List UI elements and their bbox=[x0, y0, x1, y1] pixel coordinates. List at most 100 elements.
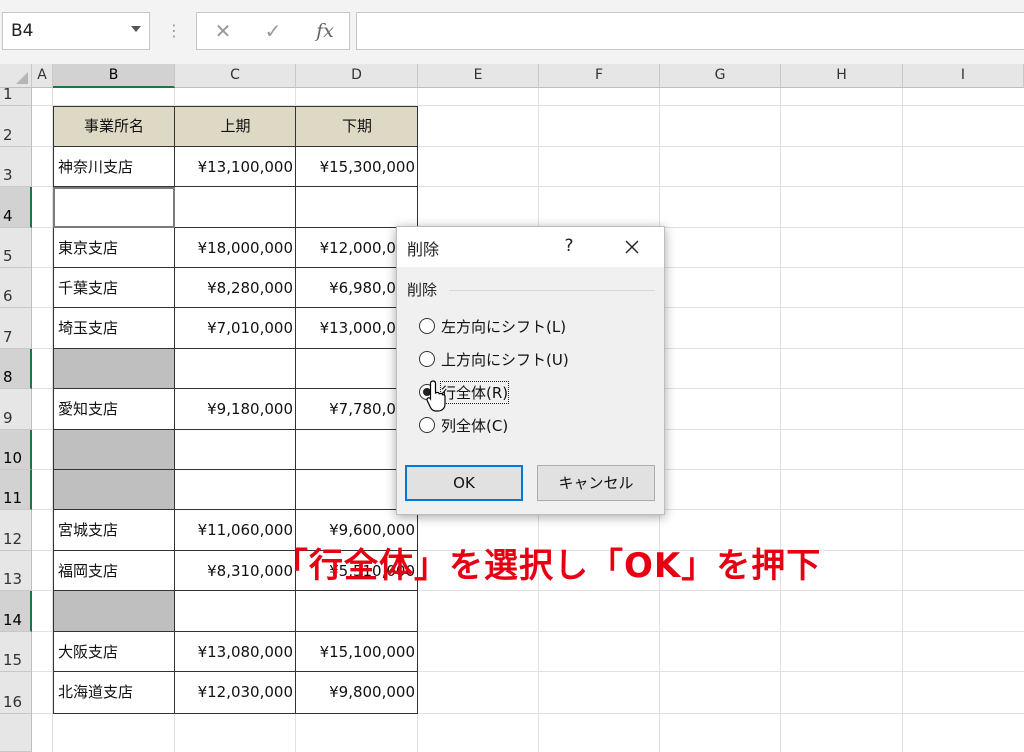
table-cell[interactable]: ¥11,060,000 bbox=[175, 510, 296, 551]
table-cell[interactable]: ¥12,030,000 bbox=[175, 672, 296, 714]
row-header-1[interactable]: 1 bbox=[0, 85, 32, 106]
row-header-13[interactable]: 13 bbox=[0, 551, 32, 591]
radio-label: 上方向にシフト(U) bbox=[441, 351, 569, 369]
row-header-11[interactable]: 11 bbox=[0, 470, 32, 510]
row-header-6[interactable]: 6 bbox=[0, 268, 32, 308]
grid-line bbox=[902, 88, 903, 752]
table-header-second-half[interactable]: 下期 bbox=[296, 106, 418, 147]
radio-circle[interactable] bbox=[419, 318, 435, 334]
table-cell[interactable]: 神奈川支店 bbox=[53, 147, 175, 187]
dialog-titlebar[interactable]: 削除 ? bbox=[397, 227, 664, 267]
table-border bbox=[53, 429, 418, 430]
table-cell[interactable]: ¥7,010,000 bbox=[175, 308, 296, 349]
cancel-button[interactable]: キャンセル bbox=[537, 465, 655, 501]
instruction-annotation: 「行全体」を選択し「OK」を押下 bbox=[274, 546, 822, 586]
formula-bar-area: B4 ⋮ ✕ ✓ fx bbox=[0, 0, 1024, 65]
radio-circle[interactable] bbox=[419, 417, 435, 433]
table-cell[interactable]: ¥13,080,000 bbox=[175, 632, 296, 672]
table-border bbox=[53, 469, 418, 470]
table-border bbox=[53, 388, 418, 389]
table-cell[interactable]: ¥9,800,000 bbox=[296, 672, 418, 714]
table-cell[interactable]: ¥9,600,000 bbox=[296, 510, 418, 551]
table-cell[interactable]: 埼玉支店 bbox=[53, 308, 175, 349]
table-border bbox=[53, 631, 418, 632]
row-number: 7 bbox=[3, 328, 13, 346]
column-header-i[interactable]: I bbox=[903, 64, 1024, 88]
insert-function-icon[interactable]: fx bbox=[305, 17, 345, 45]
column-header-d[interactable]: D bbox=[296, 64, 418, 88]
row-header-15[interactable]: 15 bbox=[0, 632, 32, 672]
table-cell[interactable]: ¥18,000,000 bbox=[175, 228, 296, 268]
table-cell[interactable]: 千葉支店 bbox=[53, 268, 175, 308]
row-header-2[interactable]: 2 bbox=[0, 106, 32, 147]
row-number: 12 bbox=[3, 530, 23, 548]
row-header-4[interactable]: 4 bbox=[0, 187, 32, 228]
name-box-value: B4 bbox=[11, 21, 34, 41]
table-cell[interactable]: 大阪支店 bbox=[53, 632, 175, 672]
formula-buttons: ✕ ✓ fx bbox=[196, 12, 350, 50]
selected-blank-cell[interactable] bbox=[53, 591, 175, 632]
table-border bbox=[295, 106, 296, 714]
row-header-17[interactable] bbox=[0, 714, 32, 752]
table-cell[interactable]: ¥15,100,000 bbox=[296, 632, 418, 672]
row-header-7[interactable]: 7 bbox=[0, 308, 32, 349]
radio-circle[interactable] bbox=[419, 351, 435, 367]
table-cell[interactable]: ¥13,100,000 bbox=[175, 147, 296, 187]
close-button[interactable] bbox=[617, 233, 647, 261]
table-header-first-half[interactable]: 上期 bbox=[175, 106, 296, 147]
table-cell[interactable]: ¥15,300,000 bbox=[296, 147, 418, 187]
row-header-16[interactable]: 16 bbox=[0, 672, 32, 714]
column-header-b[interactable]: B bbox=[53, 64, 175, 88]
row-number: 3 bbox=[3, 166, 13, 184]
table-cell[interactable]: ¥9,180,000 bbox=[175, 389, 296, 430]
grid-line bbox=[780, 88, 781, 752]
active-cell-border bbox=[53, 187, 175, 228]
table-header-name[interactable]: 事業所名 bbox=[53, 106, 175, 147]
table-cell[interactable]: 愛知支店 bbox=[53, 389, 175, 430]
table-cell[interactable]: ¥8,280,000 bbox=[175, 268, 296, 308]
table-cell[interactable]: 北海道支店 bbox=[53, 672, 175, 714]
row-header-5[interactable]: 5 bbox=[0, 228, 32, 268]
chevron-down-icon[interactable] bbox=[131, 26, 141, 32]
vertical-dots-icon[interactable]: ⋮ bbox=[166, 18, 182, 44]
table-border bbox=[53, 106, 418, 107]
select-all-icon bbox=[16, 72, 28, 84]
group-divider bbox=[449, 290, 655, 291]
row-header-12[interactable]: 12 bbox=[0, 510, 32, 551]
row-number: 14 bbox=[3, 611, 23, 629]
help-button[interactable]: ? bbox=[557, 233, 581, 259]
row-number: 4 bbox=[3, 207, 13, 225]
close-icon bbox=[625, 240, 639, 254]
formula-input[interactable] bbox=[356, 12, 1024, 50]
row-header-10[interactable]: 10 bbox=[0, 430, 32, 470]
row-number: 5 bbox=[3, 247, 13, 265]
row-header-9[interactable]: 9 bbox=[0, 389, 32, 430]
table-cell[interactable]: 宮城支店 bbox=[53, 510, 175, 551]
table-border bbox=[53, 509, 418, 510]
row-number: 6 bbox=[3, 287, 13, 305]
table-cell[interactable]: 東京支店 bbox=[53, 228, 175, 268]
table-border bbox=[53, 146, 418, 147]
row-number: 2 bbox=[3, 126, 13, 144]
table-border bbox=[53, 671, 418, 672]
table-border bbox=[53, 267, 418, 268]
column-header-h[interactable]: H bbox=[781, 64, 903, 88]
check-icon[interactable]: ✓ bbox=[253, 17, 293, 45]
selected-blank-cell[interactable] bbox=[53, 470, 175, 510]
ok-button[interactable]: OK bbox=[405, 465, 523, 501]
column-header-g[interactable]: G bbox=[660, 64, 781, 88]
name-box[interactable]: B4 bbox=[2, 12, 150, 50]
table-cell[interactable]: 福岡支店 bbox=[53, 551, 175, 591]
dialog-title: 削除 bbox=[407, 240, 440, 259]
column-header-c[interactable]: C bbox=[175, 64, 296, 88]
cancel-icon[interactable]: ✕ bbox=[203, 17, 243, 45]
selected-blank-cell[interactable] bbox=[53, 430, 175, 470]
column-header-e[interactable]: E bbox=[418, 64, 539, 88]
row-number: 11 bbox=[3, 489, 23, 507]
selected-blank-cell[interactable] bbox=[53, 349, 175, 389]
row-header-3[interactable]: 3 bbox=[0, 147, 32, 187]
row-header-14[interactable]: 14 bbox=[0, 591, 32, 632]
column-header-f[interactable]: F bbox=[539, 64, 660, 88]
row-header-8[interactable]: 8 bbox=[0, 349, 32, 389]
column-header-a[interactable]: A bbox=[32, 64, 53, 88]
